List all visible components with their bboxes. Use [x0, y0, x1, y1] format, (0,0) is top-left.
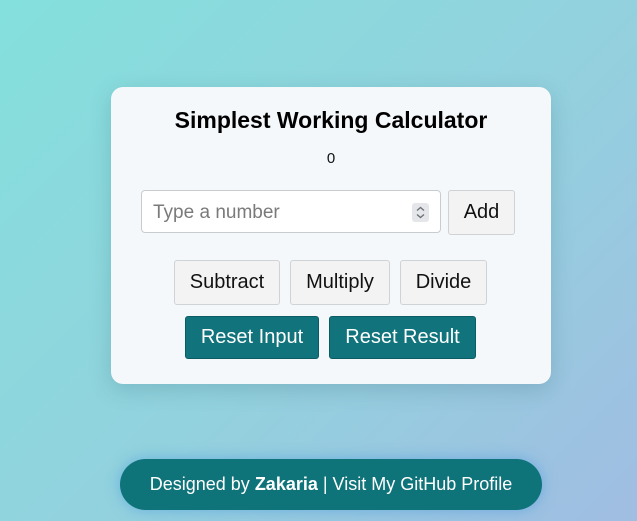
number-spinner-icon[interactable]	[412, 203, 429, 222]
calculator-title: Simplest Working Calculator	[174, 107, 488, 133]
reset-input-button[interactable]: Reset Input	[185, 316, 319, 359]
reset-result-button[interactable]: Reset Result	[329, 316, 476, 359]
github-profile-link[interactable]: Visit My GitHub Profile	[333, 474, 513, 495]
footer-author: Zakaria	[254, 474, 318, 494]
calculator-card: Simplest Working Calculator 0 Type a num…	[111, 87, 551, 384]
number-input[interactable]: Type a number	[141, 190, 441, 233]
footer-separator: |	[317, 474, 333, 494]
footer-banner: Designed by Zakaria | Visit My GitHub Pr…	[120, 459, 542, 510]
divide-button[interactable]: Divide	[400, 260, 487, 305]
footer-prefix: Designed by	[149, 474, 255, 494]
number-input-placeholder: Type a number	[153, 202, 280, 223]
add-button[interactable]: Add	[448, 190, 515, 235]
result-display: 0	[326, 150, 336, 167]
multiply-button[interactable]: Multiply	[290, 260, 390, 305]
subtract-button[interactable]: Subtract	[174, 260, 280, 305]
